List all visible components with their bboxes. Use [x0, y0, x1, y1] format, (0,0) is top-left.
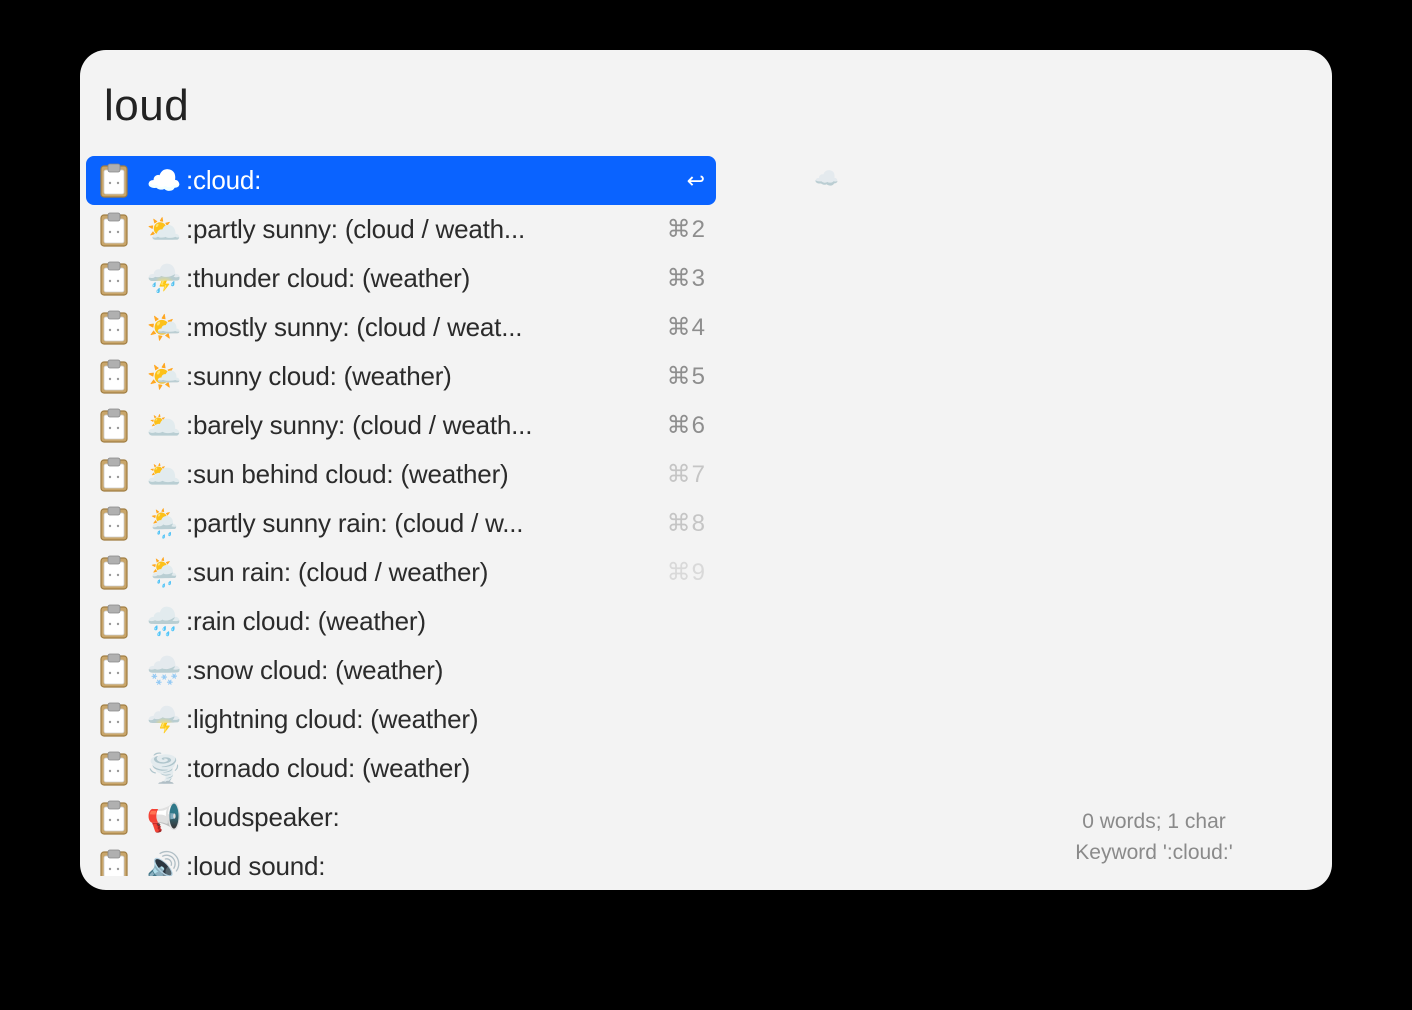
result-label: :loudspeaker:	[186, 802, 650, 833]
result-label: :thunder cloud: (weather)	[186, 263, 650, 294]
result-label: :sun behind cloud: (weather)	[186, 459, 650, 490]
result-label: :cloud:	[186, 165, 650, 196]
result-row[interactable]: 🌥️:barely sunny: (cloud / weath... ⌘6	[86, 401, 716, 450]
result-emoji-icon: 🌧️	[144, 605, 184, 638]
result-emoji-icon: 🌤️	[144, 360, 184, 393]
result-row[interactable]: 📢:loudspeaker:	[86, 793, 716, 842]
result-emoji-icon: 🌦️	[144, 507, 184, 540]
result-shortcut: ⌘5	[658, 362, 706, 391]
result-shortcut: ⌘6	[658, 411, 706, 440]
result-emoji-icon: 🌥️	[144, 409, 184, 442]
result-row[interactable]: ☁️:cloud: ↩	[86, 156, 716, 205]
launcher-window: ☁️:cloud:↩ ⛅:partly sunny: (cloud / weat…	[80, 50, 1332, 890]
result-emoji-icon: 🌩️	[144, 703, 184, 736]
result-label: :lightning cloud: (weather)	[186, 704, 650, 735]
clipboard-icon	[98, 261, 130, 297]
result-shortcut: ⌘2	[658, 215, 706, 244]
result-row[interactable]: 🔊:loud sound:	[86, 842, 716, 876]
result-shortcut: ⌘9	[658, 558, 706, 587]
result-label: :tornado cloud: (weather)	[186, 753, 650, 784]
result-shortcut: ⌘3	[658, 264, 706, 293]
results-list: ☁️:cloud: ↩ ⛅:partly sunny: (cloud / weat…	[86, 156, 716, 876]
result-label: :sun rain: (cloud / weather)	[186, 557, 650, 588]
result-label: :snow cloud: (weather)	[186, 655, 650, 686]
footer-line-1: 0 words; 1 char	[1004, 807, 1304, 837]
result-label: :sunny cloud: (weather)	[186, 361, 650, 392]
clipboard-icon	[98, 653, 130, 689]
result-emoji-icon: 🔊	[144, 850, 184, 876]
result-emoji-icon: 🌦️	[144, 556, 184, 589]
result-row[interactable]: 🌨️:snow cloud: (weather)	[86, 646, 716, 695]
result-emoji-icon: ⛈️	[144, 262, 184, 295]
result-shortcut: ⌘4	[658, 313, 706, 342]
clipboard-icon	[98, 163, 130, 199]
result-label: :partly sunny: (cloud / weath...	[186, 214, 650, 245]
footer-line-2: Keyword ':cloud:'	[1004, 838, 1304, 868]
clipboard-icon	[98, 800, 130, 836]
result-label: :loud sound:	[186, 851, 650, 876]
result-label: :barely sunny: (cloud / weath...	[186, 410, 650, 441]
result-emoji-icon: 🌨️	[144, 654, 184, 687]
result-emoji-icon: 📢	[144, 801, 184, 834]
result-shortcut: ⌘7	[658, 460, 706, 489]
footer-info: 0 words; 1 char Keyword ':cloud:'	[1004, 807, 1304, 868]
result-emoji-icon: ☁️	[144, 164, 184, 197]
clipboard-icon	[98, 849, 130, 877]
search-input[interactable]	[104, 74, 1308, 138]
clipboard-icon	[98, 408, 130, 444]
result-label: :mostly sunny: (cloud / weat...	[186, 312, 650, 343]
result-row[interactable]: 🌤️:mostly sunny: (cloud / weat... ⌘4	[86, 303, 716, 352]
result-shortcut: ⌘8	[658, 509, 706, 538]
clipboard-icon	[98, 604, 130, 640]
clipboard-icon	[98, 359, 130, 395]
clipboard-icon	[98, 751, 130, 787]
clipboard-icon	[98, 555, 130, 591]
result-label: :rain cloud: (weather)	[186, 606, 650, 637]
result-row[interactable]: 🌧️:rain cloud: (weather)	[86, 597, 716, 646]
result-row[interactable]: 🌪️:tornado cloud: (weather)	[86, 744, 716, 793]
result-emoji-icon: ⛅	[144, 213, 184, 246]
clipboard-icon	[98, 506, 130, 542]
clipboard-icon	[98, 212, 130, 248]
result-row[interactable]: 🌦️:sun rain: (cloud / weather) ⌘9	[86, 548, 716, 597]
result-emoji-icon: 🌤️	[144, 311, 184, 344]
preview-emoji: ☁️	[814, 166, 839, 191]
result-label: :partly sunny rain: (cloud / w...	[186, 508, 650, 539]
clipboard-icon	[98, 457, 130, 493]
result-row[interactable]: ⛈️:thunder cloud: (weather) ⌘3	[86, 254, 716, 303]
result-row[interactable]: ⛅:partly sunny: (cloud / weath... ⌘2	[86, 205, 716, 254]
result-emoji-icon: 🌪️	[144, 752, 184, 785]
result-emoji-icon: 🌥️	[144, 458, 184, 491]
result-row[interactable]: 🌥️:sun behind cloud: (weather) ⌘7	[86, 450, 716, 499]
clipboard-icon	[98, 702, 130, 738]
clipboard-icon	[98, 310, 130, 346]
result-row[interactable]: 🌩️:lightning cloud: (weather)	[86, 695, 716, 744]
result-shortcut: ↩	[658, 168, 706, 194]
result-row[interactable]: 🌤️:sunny cloud: (weather) ⌘5	[86, 352, 716, 401]
result-row[interactable]: 🌦️:partly sunny rain: (cloud / w... ⌘8	[86, 499, 716, 548]
